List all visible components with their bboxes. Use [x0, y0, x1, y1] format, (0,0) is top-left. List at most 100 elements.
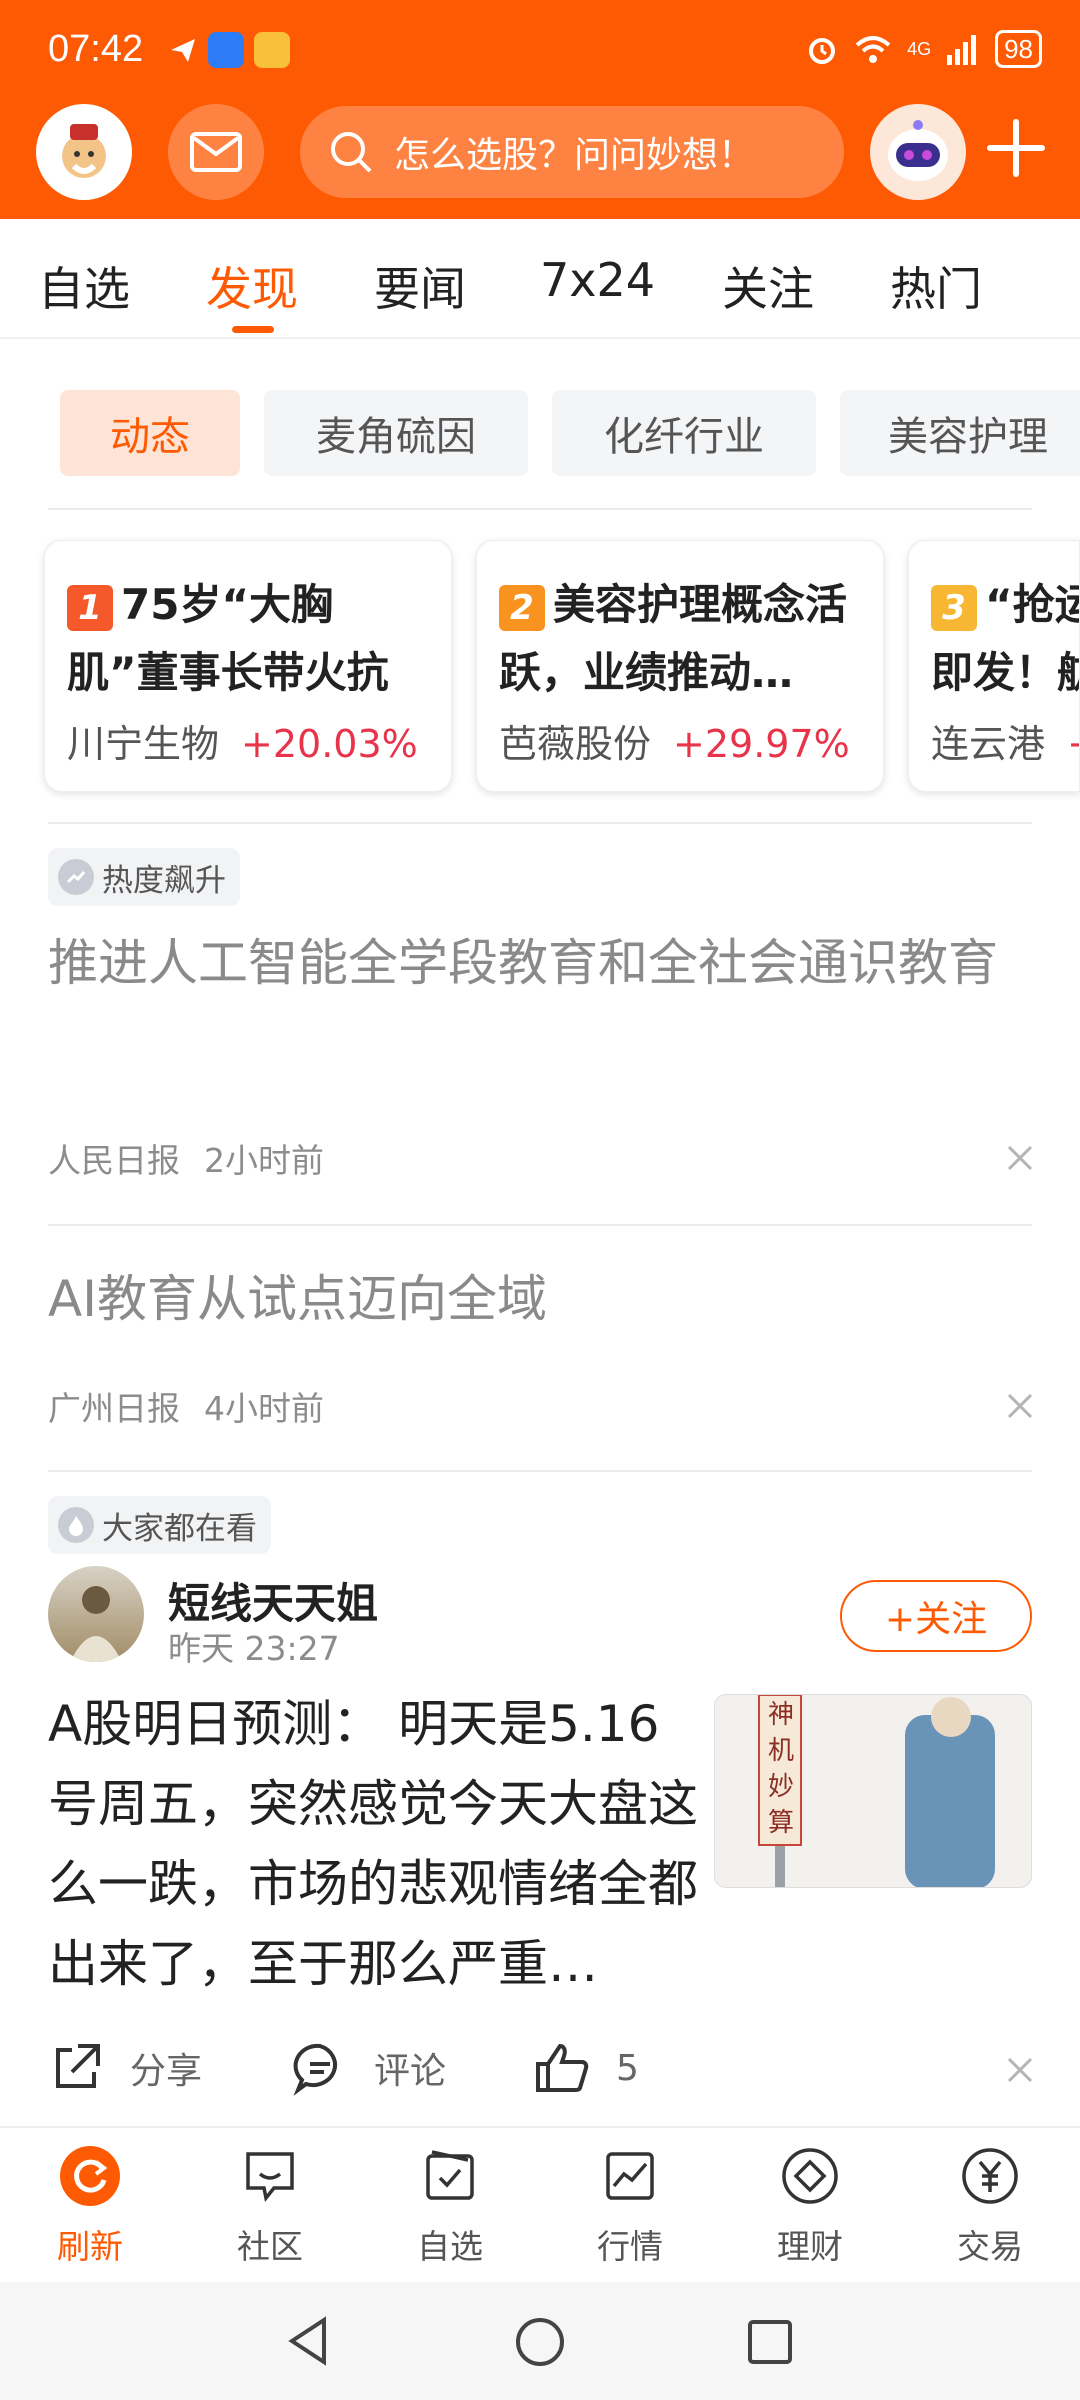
rank-badge: 1	[67, 584, 113, 631]
nav-wealth[interactable]: 理财	[750, 2146, 870, 2268]
back-icon[interactable]	[282, 2314, 334, 2368]
search-placeholder: 怎么选股？问问妙想！	[394, 135, 755, 176]
nav-community[interactable]: 社区	[210, 2146, 330, 2268]
hot-card[interactable]: 2 美容护理概念活跃，业绩推动… 芭薇股份 +29.97%	[476, 540, 884, 792]
share-button[interactable]: 分享	[48, 2040, 202, 2096]
chip-chemical-fiber[interactable]: 化纤行业	[552, 390, 816, 476]
comment-icon	[293, 2043, 338, 2096]
nav-label: 交易	[957, 2227, 1023, 2266]
news-meta: 人民日报 2小时前	[48, 1134, 324, 1182]
nav-refresh[interactable]: 刷新	[30, 2146, 150, 2268]
refresh-icon	[60, 2146, 120, 2206]
nav-market[interactable]: 行情	[570, 2146, 690, 2268]
yuan-icon	[962, 2148, 1018, 2204]
robot-icon	[888, 120, 948, 181]
home-icon[interactable]	[512, 2314, 568, 2370]
share-label: 分享	[130, 2051, 203, 2092]
comment-button[interactable]: 评论	[292, 2040, 446, 2096]
news-time: 2小时前	[204, 1141, 324, 1180]
author-avatar[interactable]	[48, 1566, 144, 1662]
follow-button[interactable]: +关注	[840, 1580, 1032, 1652]
rank-badge: 2	[499, 584, 545, 631]
notification-icons	[168, 32, 290, 68]
main-tabs: 自选 发现 要闻 7x24 关注 热门	[0, 219, 1080, 339]
tab-hot[interactable]: 热门	[890, 253, 982, 319]
comment-label: 评论	[374, 2051, 447, 2092]
nav-label: 刷新	[57, 2227, 123, 2266]
tag-label: 大家都在看	[102, 1510, 257, 1547]
chat-bubble-icon	[246, 2152, 294, 2203]
wifi-icon	[855, 36, 891, 63]
nav-watchlist[interactable]: 自选	[390, 2146, 510, 2268]
hot-card[interactable]: 175岁“大胸肌”董事长带火抗衰… 川宁生物 +20.03%	[44, 540, 452, 792]
thumbs-up-icon	[536, 2043, 589, 2092]
divider	[48, 1470, 1032, 1472]
mail-icon	[190, 132, 242, 172]
nav-label: 理财	[777, 2227, 843, 2266]
nav-trade[interactable]: 交易	[930, 2146, 1050, 2268]
battery-indicator: 98	[995, 30, 1042, 68]
hot-card-change: +20.03%	[241, 722, 418, 766]
post-thumbnail[interactable]: 神 机 妙 算	[714, 1694, 1032, 1888]
news-title[interactable]: 推进人工智能全学段教育和全社会通识教育	[48, 920, 1032, 1006]
tab-follow[interactable]: 关注	[722, 253, 814, 319]
tab-discover[interactable]: 发现	[206, 253, 298, 319]
chip-dynamic[interactable]: 动态	[60, 390, 240, 476]
close-icon[interactable]	[1003, 1389, 1037, 1423]
weather-notification-icon	[254, 32, 290, 68]
tab-news[interactable]: 要闻	[374, 253, 466, 319]
tab-7x24[interactable]: 7x24	[540, 253, 655, 307]
send-notification-icon	[171, 39, 195, 62]
user-avatar[interactable]	[36, 104, 132, 200]
hot-card[interactable]: 3“抢运即发！舫 连云港+	[908, 540, 1080, 792]
popular-tag: 大家都在看	[48, 1496, 271, 1554]
search-icon	[331, 132, 372, 173]
rank-badge: 3	[931, 584, 977, 631]
news-title[interactable]: AI教育从试点迈向全域	[48, 1256, 1032, 1342]
alarm-icon	[809, 38, 836, 64]
chip-beauty-care[interactable]: 美容护理	[840, 390, 1080, 476]
line-chart-icon	[606, 2152, 654, 2200]
nav-label: 社区	[237, 2227, 303, 2266]
trending-up-icon	[58, 859, 94, 895]
close-icon[interactable]	[1003, 1141, 1037, 1175]
message-button[interactable]	[168, 104, 264, 200]
thumb-char: 算	[767, 1808, 794, 1838]
app-header: 07:42 4G 98 怎么选股？问问妙想！	[0, 0, 1080, 219]
signal-icon	[947, 35, 977, 65]
ai-assistant-button[interactable]	[870, 104, 966, 200]
divider	[48, 508, 1032, 510]
flame-icon	[58, 1507, 94, 1543]
browser-notification-icon	[208, 32, 244, 68]
bottom-navigation: 刷新 社区 自选 行情 理财 交易	[0, 2126, 1080, 2282]
thumb-char: 神	[767, 1700, 794, 1730]
thumb-char: 机	[767, 1736, 794, 1766]
active-tab-indicator	[232, 326, 274, 333]
system-navigation-bar	[0, 2282, 1080, 2400]
news-time: 4小时前	[204, 1389, 324, 1428]
checklist-icon	[426, 2150, 474, 2200]
network-type: 4G	[907, 38, 932, 59]
divider	[48, 1224, 1032, 1226]
recent-apps-icon[interactable]	[744, 2316, 796, 2368]
hot-card-title: 75岁“大胸肌”董事长带火抗衰…	[67, 580, 389, 697]
news-source: 人民日报	[48, 1141, 180, 1180]
close-icon[interactable]	[1003, 2053, 1037, 2087]
hot-card-stock: 连云港	[931, 722, 1046, 766]
news-source: 广州日报	[48, 1389, 180, 1428]
post-time: 昨天 23:27	[168, 1629, 340, 1668]
add-icon[interactable]	[980, 112, 1052, 184]
nav-label: 行情	[597, 2227, 663, 2266]
diamond-icon	[782, 2148, 838, 2204]
system-status: 4G 98	[805, 30, 1042, 68]
chip-ergothioneine[interactable]: 麦角硫因	[264, 390, 528, 476]
like-button[interactable]: 5	[534, 2040, 639, 2096]
post-text[interactable]: A股明日预测： 明天是5.16号周五，突然感觉今天大盘这么一跌，市场的悲观情绪全…	[48, 1684, 698, 2004]
person-silhouette-icon	[70, 1586, 122, 1662]
search-bar[interactable]: 怎么选股？问问妙想！	[300, 106, 844, 198]
like-count: 5	[616, 2047, 639, 2089]
thumb-char: 妙	[767, 1772, 794, 1802]
hot-card-title: 美容护理概念活跃，业绩推动…	[499, 580, 848, 697]
divider	[48, 822, 1032, 824]
tab-watchlist[interactable]: 自选	[38, 253, 130, 319]
